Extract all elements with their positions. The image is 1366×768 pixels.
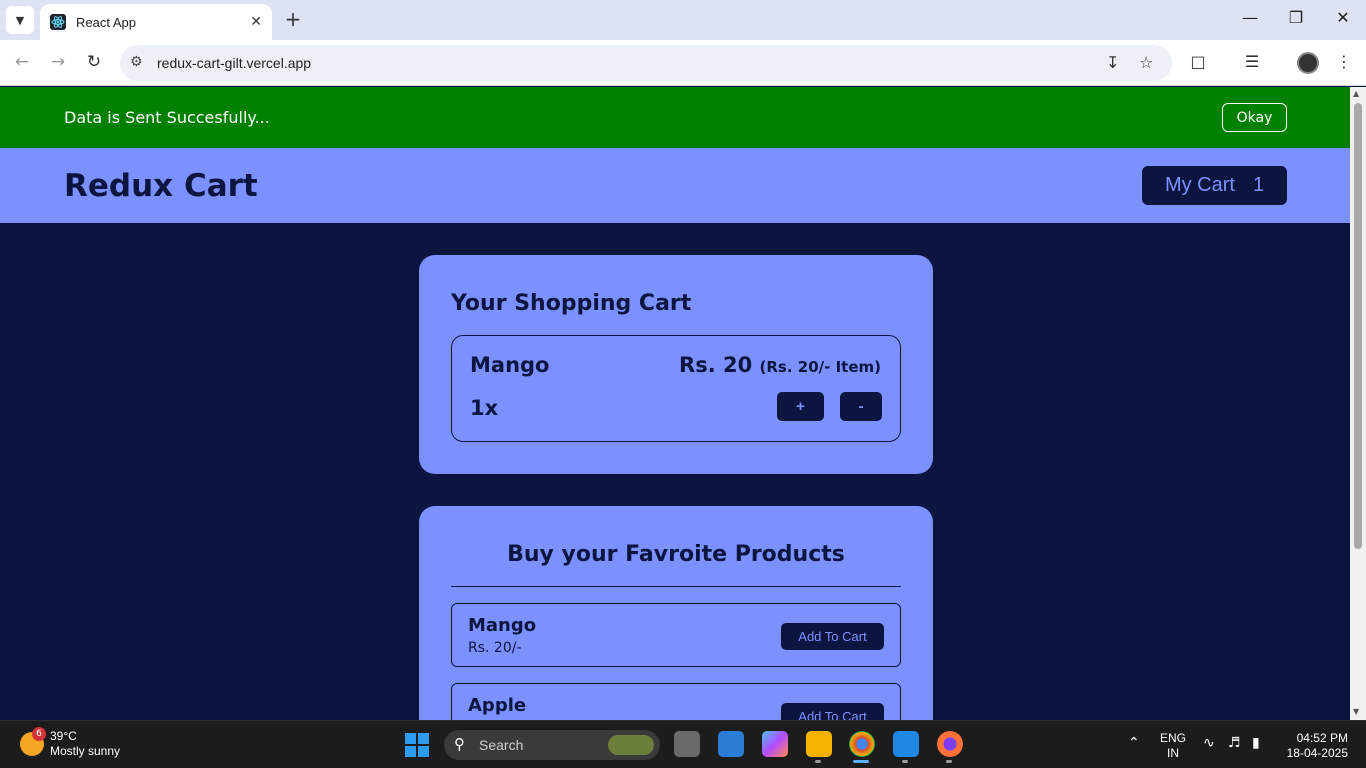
cart-count: 1 — [1252, 174, 1265, 196]
windows-start-icon[interactable] — [405, 733, 429, 757]
cart-item-quantity: 1x — [470, 396, 499, 420]
minimize-icon[interactable]: — — [1238, 8, 1262, 27]
running-indicator — [946, 760, 952, 763]
shopping-cart-card: Your Shopping Cart Mango Rs. 20 (Rs. 20/… — [419, 255, 933, 474]
weather-condition: Mostly sunny — [50, 744, 121, 758]
vscode-icon[interactable] — [893, 731, 919, 757]
browser-tab[interactable]: React App ✕ — [40, 4, 272, 40]
react-icon — [50, 14, 66, 30]
new-tab-button[interactable]: + — [282, 8, 304, 30]
running-indicator — [815, 760, 821, 763]
product-name: Mango — [468, 615, 537, 636]
file-explorer-icon[interactable] — [806, 731, 832, 757]
cart-item: Mango Rs. 20 (Rs. 20/- Item) 1x + - — [451, 335, 901, 442]
scrollbar-thumb[interactable] — [1354, 103, 1362, 549]
product-name: Apple — [468, 695, 527, 716]
clock-date: 18-04-2025 — [1286, 746, 1348, 760]
search-highlight-image — [608, 735, 654, 755]
increase-quantity-button[interactable]: + — [777, 392, 824, 421]
my-cart-button[interactable]: My Cart 1 — [1142, 166, 1287, 205]
extensions-icon[interactable]: □ — [1186, 52, 1210, 71]
tray-overflow-icon[interactable]: ⌃ — [1128, 735, 1140, 751]
products-divider — [451, 586, 901, 587]
region-code: IN — [1167, 746, 1179, 760]
install-app-icon[interactable]: ↧ — [1106, 53, 1119, 72]
firefox-icon[interactable] — [937, 731, 963, 757]
clock[interactable]: 04:52 PM 18-04-2025 — [1284, 731, 1348, 761]
cart-title: Your Shopping Cart — [451, 291, 692, 316]
task-view-icon[interactable] — [674, 731, 700, 757]
cart-item-price: Rs. 20 (Rs. 20/- Item) — [679, 353, 881, 377]
profile-avatar[interactable] — [1297, 52, 1319, 74]
search-icon: ⚲ — [454, 735, 465, 753]
address-toolbar: ← → ↻ ⚙ redux-cart-gilt.vercel.app ↧ ☆ □… — [0, 40, 1366, 86]
copilot-icon[interactable] — [762, 731, 788, 757]
clock-time: 04:52 PM — [1296, 731, 1348, 745]
add-to-cart-button[interactable]: Add To Cart — [781, 623, 884, 650]
browser-tab-bar: ▼ React App ✕ + — ❐ ✕ — [0, 0, 1366, 40]
running-indicator — [902, 760, 908, 763]
cart-item-total: Rs. 20 — [679, 353, 753, 377]
active-indicator — [853, 760, 869, 763]
back-icon[interactable]: ← — [10, 52, 34, 72]
brand-title: Redux Cart — [64, 168, 258, 204]
close-tab-icon[interactable]: ✕ — [250, 14, 262, 30]
notification-bar: Data is Sent Succesfully... Okay — [0, 87, 1350, 148]
battery-icon[interactable]: ▮ — [1252, 735, 1260, 751]
weather-widget[interactable]: 6 39°C Mostly sunny — [20, 727, 121, 759]
weather-temperature: 39°C — [50, 729, 77, 743]
cart-item-name: Mango — [470, 353, 550, 377]
product-item: Apple Add To Cart — [451, 683, 901, 720]
language-indicator[interactable]: ENG IN — [1160, 731, 1186, 761]
chevron-down-icon: ▼ — [15, 13, 25, 27]
windows-taskbar: 6 39°C Mostly sunny ⚲ Search ⌃ ENG IN ∿ … — [0, 720, 1366, 768]
weather-sun-icon: 6 — [20, 727, 46, 756]
reading-list-icon[interactable]: ☰ — [1240, 52, 1264, 71]
products-title: Buy your Favroite Products — [507, 542, 845, 567]
menu-dots-icon[interactable]: ⋮ — [1332, 52, 1356, 71]
site-info-icon[interactable]: ⚙ — [130, 54, 143, 70]
weather-badge: 6 — [32, 727, 46, 741]
okay-button[interactable]: Okay — [1222, 103, 1287, 132]
chrome-icon[interactable] — [849, 731, 875, 757]
product-item: Mango Rs. 20/- Add To Cart — [451, 603, 901, 667]
forward-icon[interactable]: → — [46, 52, 70, 72]
omnibox[interactable]: ⚙ redux-cart-gilt.vercel.app ↧ ☆ — [120, 45, 1172, 81]
reload-icon[interactable]: ↻ — [82, 52, 106, 72]
wifi-icon[interactable]: ∿ — [1203, 735, 1215, 751]
scroll-up-icon[interactable]: ▲ — [1353, 89, 1359, 98]
notification-message: Data is Sent Succesfully... — [64, 108, 270, 127]
add-to-cart-button[interactable]: Add To Cart — [781, 703, 884, 720]
page-scrollbar[interactable]: ▲ ▼ — [1350, 87, 1366, 720]
taskbar-search[interactable]: ⚲ Search — [444, 730, 660, 760]
bookmark-star-icon[interactable]: ☆ — [1139, 53, 1153, 72]
close-window-icon[interactable]: ✕ — [1331, 8, 1355, 27]
page-content: Data is Sent Succesfully... Okay Redux C… — [0, 87, 1350, 720]
products-card: Buy your Favroite Products Mango Rs. 20/… — [419, 506, 933, 720]
tab-search-button[interactable]: ▼ — [6, 6, 34, 34]
cart-label: My Cart — [1164, 174, 1235, 196]
decrease-quantity-button[interactable]: - — [840, 392, 882, 421]
app-header: Redux Cart My Cart 1 — [0, 148, 1350, 223]
store-icon[interactable] — [718, 731, 744, 757]
taskbar-search-placeholder: Search — [479, 737, 524, 753]
language-code: ENG — [1160, 731, 1187, 745]
restore-icon[interactable]: ❐ — [1284, 8, 1308, 27]
tab-title: React App — [76, 14, 136, 30]
cart-item-unit-price: (Rs. 20/- Item) — [759, 358, 881, 376]
url-text[interactable]: redux-cart-gilt.vercel.app — [157, 55, 311, 71]
volume-icon[interactable]: ♬ — [1228, 735, 1241, 751]
scroll-down-icon[interactable]: ▼ — [1353, 707, 1359, 716]
product-price: Rs. 20/- — [468, 640, 522, 656]
